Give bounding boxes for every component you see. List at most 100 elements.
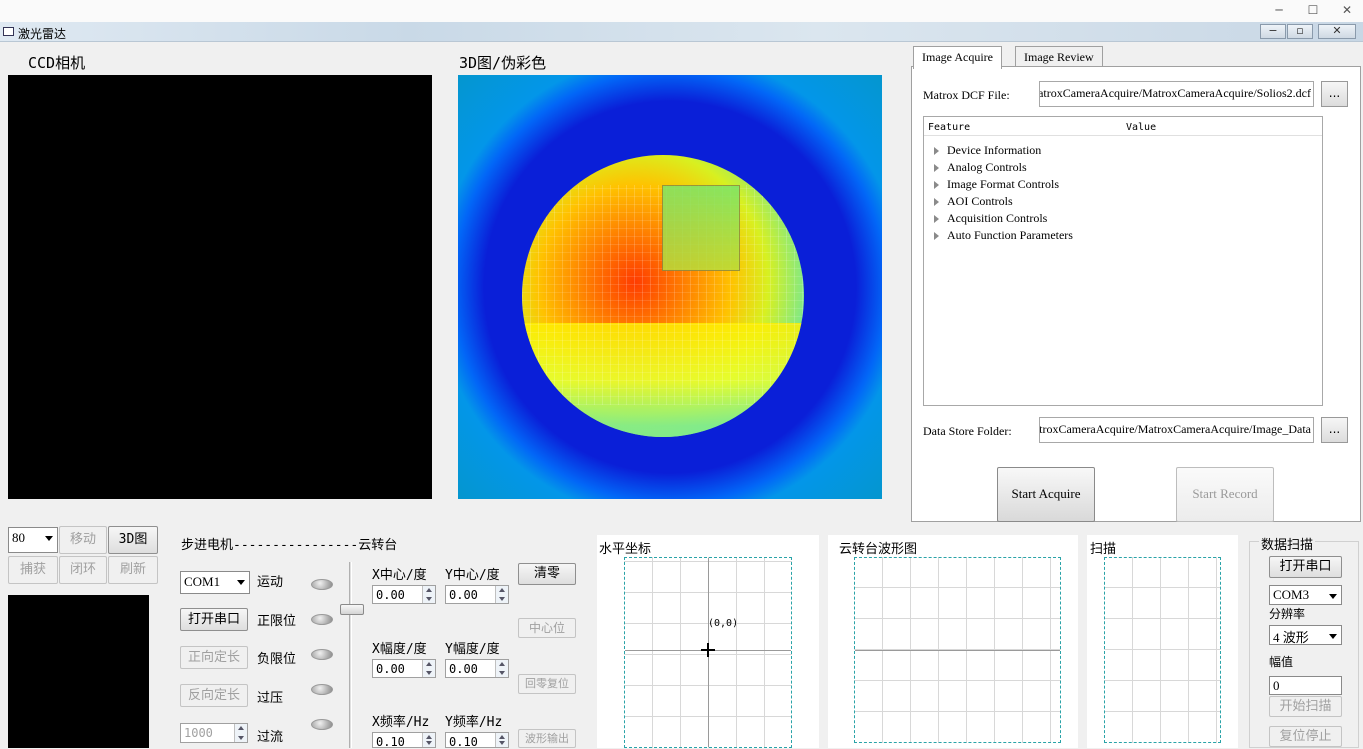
app-minimize-button[interactable]: −	[1260, 24, 1286, 39]
amplitude-input[interactable]: 0	[1269, 676, 1342, 695]
app-close-button[interactable]: ✕	[1318, 24, 1356, 39]
store-browse-button[interactable]: ...	[1321, 417, 1348, 443]
y-center-stepper[interactable]: 0.00	[445, 585, 509, 604]
horizontal-coord-chart: 水平坐标 (0,0)	[597, 535, 819, 748]
status-overpressure-label: 过压	[257, 691, 284, 706]
resolution-select[interactable]: 4 波形	[1269, 625, 1342, 645]
x-center-label: X中心/度	[372, 568, 427, 583]
x-amp-stepper[interactable]: 0.00	[372, 659, 436, 678]
x-amp-label: X幅度/度	[372, 642, 427, 657]
x-center-stepper[interactable]: 0.00	[372, 585, 436, 604]
feature-header[interactable]: Feature	[928, 122, 970, 133]
maximize-icon[interactable]: ☐	[1298, 2, 1328, 20]
move-button[interactable]: 移动	[59, 526, 107, 554]
expand-icon[interactable]	[934, 198, 939, 207]
minimize-icon[interactable]: ─	[1264, 2, 1294, 20]
scan-plot-area[interactable]	[1104, 557, 1221, 743]
app-titlebar: 激光雷达 − ▫ ✕	[0, 22, 1363, 42]
horizontal-chart-title: 水平坐标	[599, 542, 652, 557]
slider-track[interactable]	[349, 562, 352, 748]
store-folder-field[interactable]: C:/Users/MatroxCameraAcquire/MatroxCamer…	[1039, 417, 1314, 443]
pos-limit-indicator-icon	[311, 614, 333, 625]
value-header[interactable]: Value	[1126, 122, 1156, 133]
resolution-label: 分辨率	[1269, 607, 1306, 621]
x-freq-stepper[interactable]: 0.10	[372, 732, 436, 749]
view3d-label: 3D图/伪彩色	[459, 54, 547, 72]
chevron-down-icon	[1329, 634, 1337, 639]
dcf-label: Matrox DCF File:	[923, 88, 1010, 102]
y-freq-stepper[interactable]: 0.10	[445, 732, 509, 749]
chevron-down-icon	[237, 580, 245, 585]
tree-item[interactable]: Acquisition Controls	[934, 211, 1047, 226]
horizontal-plot-area[interactable]: (0,0)	[624, 557, 792, 748]
tree-item[interactable]: Analog Controls	[934, 160, 1027, 175]
refresh-button[interactable]: 刷新	[108, 556, 158, 584]
expand-icon[interactable]	[934, 147, 939, 156]
start-record-button[interactable]: Start Record	[1176, 467, 1274, 522]
window-title: 激光雷达	[18, 27, 67, 41]
stepper-open-port-button[interactable]: 打开串口	[180, 608, 248, 631]
speed-select[interactable]: 80	[8, 527, 58, 553]
start-acquire-button[interactable]: Start Acquire	[997, 467, 1095, 522]
gimbal-wave-chart: 云转台波形图	[828, 535, 1078, 748]
os-titlebar: ─ ☐ ✕	[0, 0, 1363, 22]
close-icon[interactable]: ✕	[1332, 2, 1362, 20]
gimbal-chart-title: 云转台波形图	[839, 542, 918, 557]
tree-item[interactable]: AOI Controls	[934, 194, 1013, 209]
y-freq-label: Y频率/Hz	[445, 715, 503, 730]
tab-image-acquire[interactable]: Image Acquire	[913, 46, 1002, 69]
motion-indicator-icon	[311, 579, 333, 590]
status-motion-label: 运动	[257, 575, 284, 590]
tab-image-review[interactable]: Image Review	[1015, 46, 1103, 68]
capture-button[interactable]: 捕获	[8, 556, 58, 584]
y-amp-stepper[interactable]: 0.00	[445, 659, 509, 678]
dcf-file-field[interactable]: C:/Users/MatroxCameraAcquire/MatroxCamer…	[1039, 81, 1314, 107]
scan-chart-title: 扫描	[1090, 542, 1117, 557]
overcurrent-indicator-icon	[311, 719, 333, 730]
ccd-label: CCD相机	[28, 54, 86, 72]
expand-icon[interactable]	[934, 164, 939, 173]
close-loop-button[interactable]: 闭环	[59, 556, 107, 584]
store-folder-label: Data Store Folder:	[923, 424, 1012, 438]
pseudo-color-view[interactable]	[458, 75, 882, 499]
wave-output-button[interactable]: 波形输出	[518, 729, 576, 748]
chevron-down-icon	[1329, 594, 1337, 599]
reset-stop-button[interactable]: 复位停止	[1269, 726, 1342, 747]
scan-open-port-button[interactable]: 打开串口	[1269, 556, 1342, 578]
zero-reset-button[interactable]: 回零复位	[518, 674, 576, 694]
status-neg-limit-label: 负限位	[257, 652, 297, 667]
amplitude-label: 幅值	[1269, 655, 1294, 669]
y-center-label: Y中心/度	[445, 568, 500, 583]
app-restore-button[interactable]: ▫	[1287, 24, 1313, 39]
reverse-fixed-button[interactable]: 反向定长	[180, 684, 248, 707]
status-overcurrent-label: 过流	[257, 730, 284, 745]
length-stepper[interactable]: 1000	[180, 723, 248, 743]
status-pos-limit-label: 正限位	[257, 614, 297, 629]
expand-icon[interactable]	[934, 181, 939, 190]
tree-item[interactable]: Auto Function Parameters	[934, 228, 1073, 243]
stepper-com-select[interactable]: COM1	[180, 571, 250, 594]
data-scan-title: 数据扫描	[1259, 534, 1316, 553]
feature-tree[interactable]: Feature Value Device Information Analog …	[923, 116, 1323, 406]
forward-fixed-button[interactable]: 正向定长	[180, 646, 248, 669]
ccd-view[interactable]	[8, 75, 432, 499]
x-freq-label: X频率/Hz	[372, 715, 430, 730]
tree-item[interactable]: Device Information	[934, 143, 1041, 158]
scan-com-select[interactable]: COM3	[1269, 585, 1342, 605]
stepper-group-title: 步进电机----------------云转台	[181, 538, 398, 553]
app-icon	[3, 27, 14, 36]
crosshair-icon	[701, 643, 715, 657]
start-scan-button[interactable]: 开始扫描	[1269, 696, 1342, 717]
neg-limit-indicator-icon	[311, 649, 333, 660]
view3d-button[interactable]: 3D图	[108, 526, 158, 554]
expand-icon[interactable]	[934, 215, 939, 224]
clear-button[interactable]: 清零	[518, 563, 576, 585]
expand-icon[interactable]	[934, 232, 939, 241]
center-position-button[interactable]: 中心位	[518, 618, 576, 638]
gimbal-plot-area[interactable]	[854, 557, 1061, 743]
dcf-browse-button[interactable]: ...	[1321, 81, 1348, 107]
tree-item[interactable]: Image Format Controls	[934, 177, 1059, 192]
slider-handle[interactable]	[340, 604, 364, 615]
scan-chart: 扫描	[1087, 535, 1238, 748]
thumbnail-view[interactable]	[8, 595, 149, 748]
